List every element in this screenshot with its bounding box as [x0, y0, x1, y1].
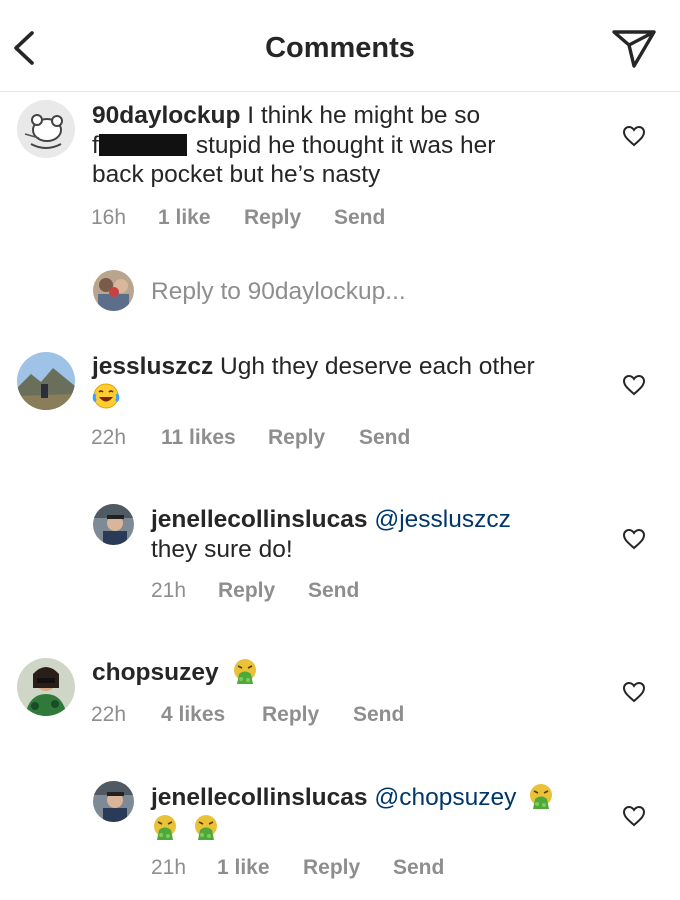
redaction-bar — [98, 133, 187, 156]
heart-icon[interactable] — [622, 125, 646, 147]
avatar[interactable] — [17, 100, 75, 158]
username[interactable]: jessluszcz — [92, 353, 213, 380]
comment-text: f — [92, 131, 99, 159]
reply-placeholder: Reply to 90daylockup... — [151, 278, 406, 305]
timestamp: 21h — [151, 579, 187, 602]
heart-icon[interactable] — [622, 681, 646, 703]
comment-text: they sure do! — [151, 535, 293, 563]
avatar[interactable] — [93, 781, 134, 822]
comment-text: Ugh they deserve each other — [220, 353, 535, 380]
timestamp: 22h — [91, 426, 127, 449]
username[interactable]: 90daylockup — [92, 102, 240, 129]
comment-text: I think he might be so — [247, 102, 481, 129]
reply-button[interactable]: Reply — [244, 206, 301, 230]
timestamp: 16h — [91, 206, 127, 229]
avatar[interactable] — [93, 504, 134, 545]
vomiting-face-emoji-icon — [527, 782, 555, 810]
reply-button[interactable]: Reply — [262, 703, 319, 727]
send-button[interactable]: Send — [353, 703, 404, 727]
likes-count[interactable]: 4 likes — [161, 703, 225, 727]
likes-count[interactable]: 11 likes — [161, 426, 236, 450]
send-button[interactable]: Send — [334, 206, 385, 230]
mention-link[interactable]: @jessluszcz — [374, 506, 511, 533]
vomiting-face-emoji-icon — [151, 813, 179, 841]
send-button[interactable]: Send — [308, 579, 359, 603]
username[interactable]: jenellecollinslucas — [151, 784, 368, 811]
send-button[interactable]: Send — [359, 426, 410, 450]
heart-icon[interactable] — [622, 374, 646, 396]
reply-button[interactable]: Reply — [303, 856, 360, 880]
comment-text: back pocket but he’s nasty — [92, 161, 381, 188]
heart-icon[interactable] — [622, 528, 646, 550]
paper-plane-icon[interactable] — [610, 28, 658, 68]
mention-link[interactable]: @chopsuzey — [374, 784, 516, 811]
likes-count[interactable]: 1 like — [217, 856, 270, 880]
reply-button[interactable]: Reply — [218, 579, 275, 603]
reply-button[interactable]: Reply — [268, 426, 325, 450]
comment-text: stupid he thought it was her — [195, 131, 496, 159]
page-title: Comments — [265, 32, 415, 64]
username[interactable]: chopsuzey — [92, 659, 219, 686]
joy-emoji-icon — [92, 382, 120, 410]
avatar — [93, 270, 134, 311]
reply-composer[interactable]: Reply to 90daylockup... — [93, 270, 653, 314]
avatar[interactable] — [17, 352, 75, 410]
avatar[interactable] — [17, 658, 75, 716]
heart-icon[interactable] — [622, 805, 646, 827]
likes-count[interactable]: 1 like — [158, 206, 211, 230]
vomiting-face-emoji-icon — [192, 813, 220, 841]
timestamp: 22h — [91, 703, 127, 726]
send-button[interactable]: Send — [393, 856, 444, 880]
timestamp: 21h — [151, 856, 187, 879]
header-bar: Comments — [0, 0, 680, 92]
vomiting-face-emoji-icon — [231, 657, 259, 685]
username[interactable]: jenellecollinslucas — [151, 506, 368, 533]
